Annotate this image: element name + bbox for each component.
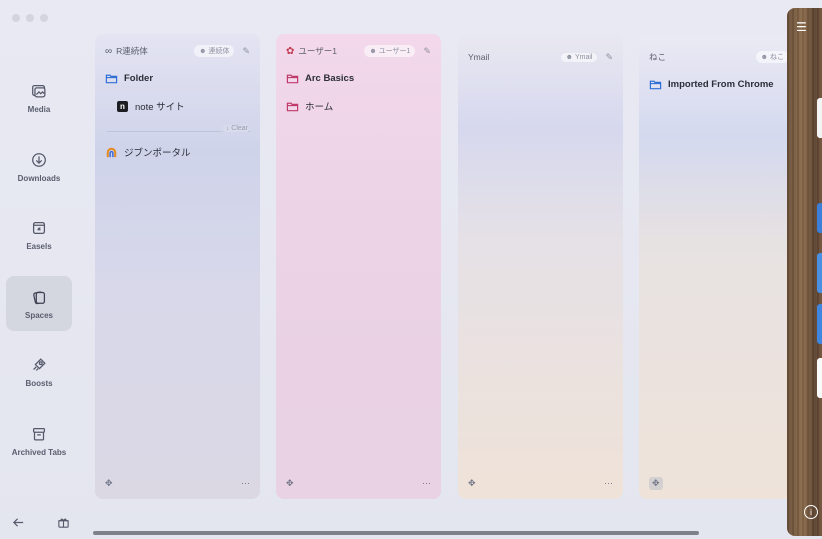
folder-icon [286, 102, 299, 111]
item-label: Arc Basics [305, 72, 355, 84]
more-options-button[interactable]: ··· [422, 478, 431, 488]
sidebar-item-easels[interactable]: Easels [6, 207, 72, 262]
sidebar-item-archived-tabs[interactable]: Archived Tabs [6, 413, 72, 468]
space-card[interactable]: ✿ ユーザー1 ☻ ユーザー1 ✎ Arc Basics ホーム ✥ ··· [276, 34, 441, 499]
folder-icon [286, 74, 299, 83]
space-footer: ✥ ··· [105, 477, 250, 489]
download-icon [32, 152, 46, 167]
smiley-icon: ☻ [760, 53, 768, 61]
space-footer: ✥ [649, 476, 789, 490]
profile-badge[interactable]: ☻ 連続体 [194, 45, 235, 57]
edit-pencil-icon[interactable]: ✎ [605, 52, 613, 63]
sidebar-item-media[interactable]: Media [6, 70, 72, 125]
library-sidebar: Media Downloads Easels Spaces Boosts Arc… [0, 0, 78, 539]
folder-icon [105, 74, 118, 83]
browser-preview-panel[interactable]: ☰ i [787, 8, 822, 536]
menu-icon[interactable]: ☰ [796, 20, 807, 34]
space-header: ✿ ユーザー1 ☻ ユーザー1 ✎ [286, 44, 431, 58]
item-label: ジブンポータル [124, 148, 191, 159]
item-label: ホーム [305, 102, 334, 113]
list-item[interactable]: ホーム [286, 98, 433, 114]
space-title[interactable]: ねこ [649, 51, 666, 63]
gift-icon[interactable] [57, 516, 70, 529]
item-label: Imported From Chrome [668, 78, 774, 90]
space-title[interactable]: Ymail [468, 52, 489, 62]
smiley-icon: ☻ [369, 47, 377, 55]
portal-favicon-icon [106, 147, 117, 157]
edit-pencil-icon[interactable]: ✎ [423, 46, 431, 57]
more-options-button[interactable]: ··· [241, 478, 250, 488]
arc-library-window: Media Downloads Easels Spaces Boosts Arc… [0, 0, 822, 539]
space-header: ねこ ☻ ねこ [649, 50, 789, 64]
smiley-icon: ☻ [565, 53, 573, 61]
note-favicon-icon: n [117, 100, 128, 112]
archive-icon [32, 427, 46, 440]
media-icon [32, 84, 46, 97]
edit-pencil-icon[interactable]: ✎ [242, 46, 250, 57]
preview-tile [817, 253, 822, 293]
preview-tile [817, 304, 822, 344]
space-header: ∞ R連続体 ☻ 連続体 ✎ [105, 44, 250, 58]
move-handle-icon[interactable]: ✥ [286, 478, 294, 489]
profile-badge[interactable]: ☻ ねこ [755, 51, 789, 63]
smiley-icon: ☻ [199, 47, 207, 55]
item-label: Folder [124, 72, 154, 84]
space-card[interactable]: ∞ R連続体 ☻ 連続体 ✎ Folder n note サイト ↓ Clear … [95, 34, 260, 499]
space-title[interactable]: ユーザー1 [298, 45, 337, 57]
profile-badge[interactable]: ☻ ユーザー1 [364, 45, 416, 57]
spaces-icon [33, 290, 46, 304]
preview-tile [817, 358, 822, 398]
sidebar-item-label: Archived Tabs [11, 447, 67, 457]
list-item[interactable]: n note サイト [117, 98, 252, 114]
sidebar-item-label: Easels [26, 241, 52, 251]
sidebar-item-label: Boosts [25, 378, 53, 388]
info-icon[interactable]: i [804, 505, 818, 519]
sidebar-item-downloads[interactable]: Downloads [6, 139, 72, 194]
space-card[interactable]: ねこ ☻ ねこ Imported From Chrome ✥ [639, 34, 799, 499]
list-item[interactable]: Arc Basics [286, 70, 433, 86]
profile-badge[interactable]: ☻ Ymail [560, 52, 598, 62]
infinity-icon: ∞ [105, 45, 113, 57]
folder-icon [649, 80, 662, 89]
sidebar-item-label: Downloads [17, 173, 61, 183]
sidebar-item-spaces[interactable]: Spaces [6, 276, 72, 331]
space-footer: ✥ ··· [286, 477, 431, 489]
move-handle-icon[interactable]: ✥ [105, 478, 113, 489]
space-title[interactable]: R連続体 [116, 45, 148, 57]
move-handle-icon[interactable]: ✥ [468, 478, 476, 489]
list-item[interactable]: Folder [105, 70, 252, 86]
sidebar-item-label: Spaces [24, 310, 54, 320]
more-options-button[interactable]: ··· [604, 478, 613, 488]
easel-icon [32, 221, 46, 234]
space-header: Ymail ☻ Ymail ✎ [468, 50, 613, 64]
move-handle-icon[interactable]: ✥ [649, 476, 663, 490]
horizontal-scrollbar[interactable] [93, 531, 699, 535]
list-item[interactable]: Imported From Chrome [649, 76, 791, 92]
sidebar-bottom-bar [12, 516, 70, 529]
sidebar-item-label: Media [27, 104, 51, 114]
preview-window [817, 98, 822, 138]
sidebar-item-boosts[interactable]: Boosts [6, 344, 72, 399]
item-label: note サイト [135, 102, 185, 113]
clear-button[interactable]: ↓ Clear [219, 125, 248, 132]
space-footer: ✥ ··· [468, 477, 613, 489]
space-card[interactable]: Ymail ☻ Ymail ✎ ✥ ··· [458, 34, 623, 499]
boosts-icon [33, 357, 46, 371]
preview-tile [817, 203, 822, 233]
flower-icon: ✿ [286, 45, 295, 57]
back-arrow-icon[interactable] [12, 516, 25, 529]
list-item[interactable]: ジブンポータル [105, 144, 252, 160]
